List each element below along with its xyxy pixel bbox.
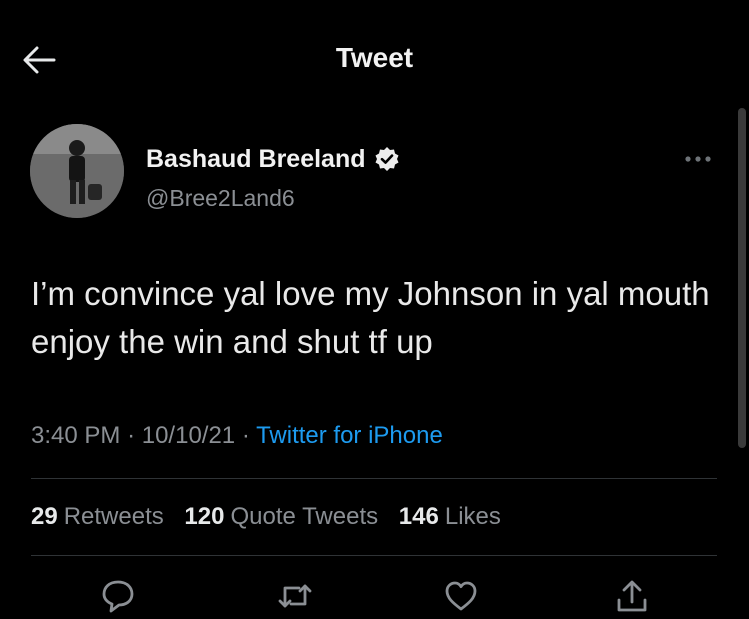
page-title: Tweet (335, 42, 414, 73)
scrollbar[interactable] (738, 108, 746, 448)
likes-stat[interactable]: 146 Likes (399, 503, 501, 530)
tweet-stats: 29 Retweets 120 Quote Tweets 146 Likes (31, 503, 501, 531)
tweet-meta: 3:40 PM · 10/10/21 · Twitter for iPhone (31, 422, 443, 450)
retweet-button[interactable] (277, 578, 313, 614)
reply-button[interactable] (100, 578, 136, 614)
avatar-image (30, 124, 124, 218)
top-bar: Tweet (0, 0, 749, 110)
quote-tweets-stat[interactable]: 120 Quote Tweets (184, 503, 378, 530)
quote-tweets-count: 120 (184, 503, 225, 530)
meta-separator: · (127, 422, 142, 449)
more-icon (685, 156, 711, 162)
retweets-stat[interactable]: 29 Retweets (31, 503, 164, 530)
author-name-row: Bashaud Breeland (146, 143, 400, 175)
like-button[interactable] (443, 578, 479, 614)
tweet-text: I’m convince yal love my Johnson in yal … (31, 275, 710, 360)
retweets-count: 29 (31, 503, 58, 530)
likes-count: 146 (398, 503, 439, 530)
quote-tweets-label: Quote Tweets (230, 503, 379, 530)
tweet-time: 3:40 PM (31, 422, 121, 449)
meta-separator: · (241, 422, 257, 449)
divider (31, 555, 717, 556)
divider (31, 478, 717, 479)
retweet-icon (278, 584, 312, 608)
tweet-date: 10/10/21 (141, 422, 236, 449)
more-options-button[interactable] (683, 152, 713, 164)
verified-badge-icon (375, 147, 399, 171)
author-name[interactable]: Bashaud Breeland (146, 145, 366, 174)
reply-icon (102, 580, 134, 613)
likes-label: Likes (444, 503, 501, 530)
share-icon (617, 580, 647, 612)
retweets-label: Retweets (63, 503, 164, 530)
avatar[interactable] (30, 124, 124, 218)
author-handle[interactable]: @Bree2Land6 (146, 185, 295, 212)
share-button[interactable] (614, 578, 650, 614)
tweet-source-link[interactable]: Twitter for iPhone (256, 422, 443, 449)
like-icon (445, 581, 477, 611)
